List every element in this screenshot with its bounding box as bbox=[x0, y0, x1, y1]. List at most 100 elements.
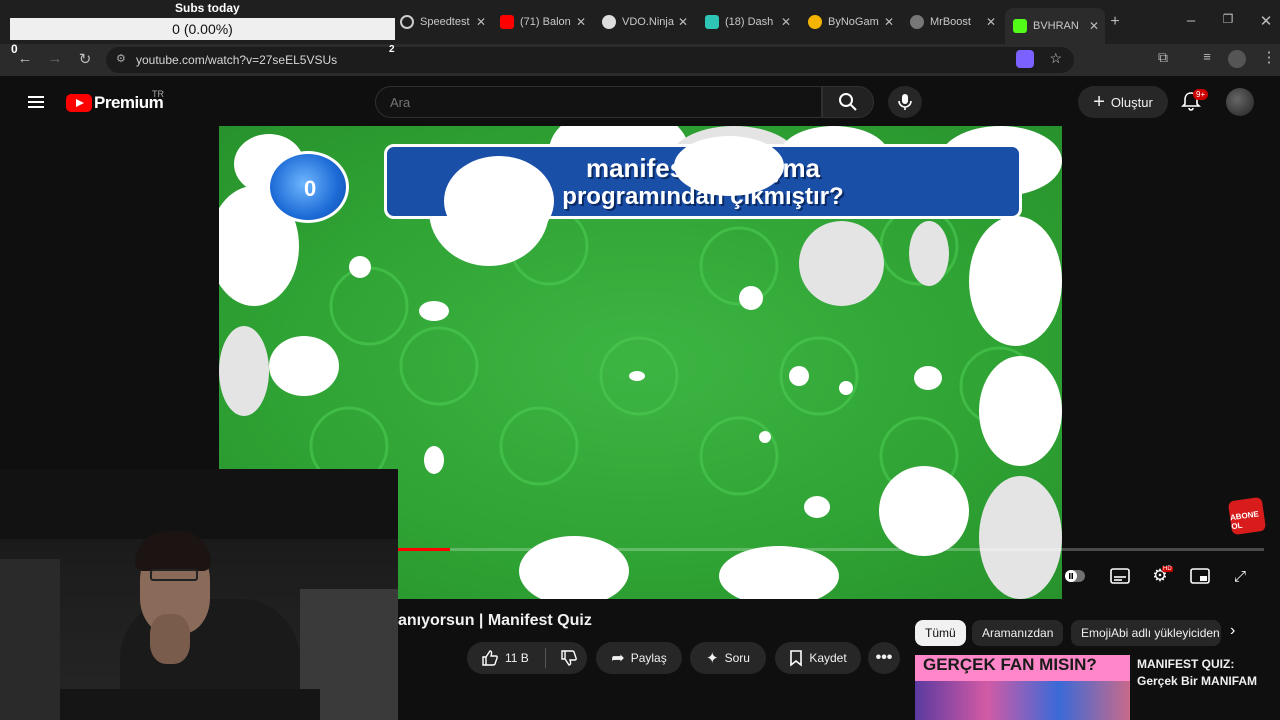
chip-from-uploader[interactable]: EmojiAbi adlı yükleyiciden bbox=[1071, 620, 1221, 646]
close-tab-icon[interactable]: ✕ bbox=[986, 15, 996, 29]
close-tab-icon[interactable]: ✕ bbox=[1089, 19, 1099, 33]
miniplayer-icon bbox=[1190, 568, 1210, 584]
paint-dot bbox=[739, 286, 763, 310]
nogam-icon bbox=[808, 15, 822, 29]
close-tab-icon[interactable]: ✕ bbox=[884, 15, 894, 29]
more-actions-button[interactable]: ••• bbox=[868, 642, 900, 674]
kick-icon bbox=[1013, 19, 1027, 33]
youtube-premium-logo[interactable]: Premium bbox=[66, 93, 164, 113]
cast-icon[interactable] bbox=[1016, 50, 1034, 68]
video-progress-bar[interactable] bbox=[398, 548, 1264, 551]
paint-dot bbox=[349, 256, 371, 278]
thumbnail-faces bbox=[915, 681, 1130, 720]
close-window-button[interactable]: ✕ bbox=[1255, 12, 1277, 30]
tab-bvhran[interactable]: BVHRAN ✕ bbox=[1005, 8, 1105, 44]
profile-avatar[interactable] bbox=[1228, 50, 1246, 68]
paint-splash bbox=[519, 536, 629, 599]
chip-all[interactable]: Tümü bbox=[915, 620, 966, 646]
paint-splash bbox=[444, 156, 554, 246]
tab-speedtest[interactable]: Speedtest ✕ bbox=[392, 8, 492, 36]
paint-dot bbox=[789, 366, 809, 386]
tab-vdo-ninja[interactable]: VDO.Ninja ✕ bbox=[594, 8, 694, 36]
tab-dashboard[interactable]: (18) Dash ✕ bbox=[697, 8, 797, 36]
create-button[interactable]: + Oluştur bbox=[1078, 86, 1168, 118]
miniplayer-button[interactable] bbox=[1189, 566, 1211, 586]
like-count: 11 B bbox=[505, 651, 529, 665]
paint-splash bbox=[979, 476, 1062, 599]
paint-dot bbox=[804, 496, 830, 518]
youtube-icon bbox=[500, 15, 514, 29]
subtitles-button[interactable] bbox=[1109, 566, 1131, 586]
paint-dot bbox=[839, 381, 853, 395]
more-icon: ••• bbox=[875, 649, 893, 666]
subs-counter-right: 2 bbox=[389, 44, 395, 55]
close-tab-icon[interactable]: ✕ bbox=[678, 15, 688, 29]
tab-bynogam[interactable]: ByNoGam ✕ bbox=[800, 8, 900, 36]
cam-desk bbox=[60, 689, 320, 720]
recommended-video-title[interactable]: MANIFEST QUIZ: Gerçek Bir MANIFAM bbox=[1137, 656, 1267, 690]
ask-button[interactable]: ✦ Soru bbox=[690, 642, 766, 674]
reload-button[interactable]: ↻ bbox=[74, 50, 96, 68]
extensions-icon[interactable]: ⧉ bbox=[1152, 49, 1174, 66]
restore-button[interactable]: ❐ bbox=[1217, 12, 1239, 26]
dashboard-icon bbox=[705, 15, 719, 29]
site-settings-icon[interactable]: ⚙ bbox=[116, 52, 126, 65]
close-tab-icon[interactable]: ✕ bbox=[781, 15, 791, 29]
recommended-video-thumbnail[interactable]: GERÇEK FAN MISIN? bbox=[915, 655, 1130, 720]
close-tab-icon[interactable]: ✕ bbox=[476, 15, 486, 29]
globe-icon bbox=[910, 15, 924, 29]
paint-dot bbox=[759, 431, 771, 443]
microphone-icon bbox=[898, 94, 912, 110]
save-button[interactable]: Kaydet bbox=[775, 642, 861, 674]
cam-person-hand bbox=[150, 614, 190, 664]
new-tab-button[interactable]: + bbox=[1104, 13, 1126, 31]
ask-label: Soru bbox=[724, 651, 750, 665]
paint-splash bbox=[674, 136, 784, 196]
search-button[interactable] bbox=[822, 86, 874, 118]
cam-chair bbox=[0, 559, 60, 720]
chip-from-search[interactable]: Aramanızdan bbox=[972, 620, 1064, 646]
thumbs-up-icon bbox=[482, 650, 498, 666]
settings-button[interactable]: ⚙ HD bbox=[1149, 566, 1173, 586]
paint-splash bbox=[269, 336, 339, 396]
autoplay-toggle[interactable] bbox=[1064, 566, 1086, 586]
vdo-icon bbox=[602, 15, 616, 29]
share-button[interactable]: ➦ Paylaş bbox=[596, 642, 682, 674]
video-progress-fill bbox=[398, 548, 450, 551]
thumbs-down-icon bbox=[560, 650, 577, 666]
pause-icon bbox=[1065, 570, 1085, 582]
tab-youtube-balon[interactable]: (71) Balon ✕ bbox=[492, 8, 592, 36]
create-label: Oluştur bbox=[1110, 94, 1153, 110]
bookmark-star-icon[interactable]: ☆ bbox=[1049, 50, 1062, 67]
hamburger-menu-icon[interactable] bbox=[26, 92, 46, 112]
save-label: Kaydet bbox=[809, 651, 847, 665]
share-label: Paylaş bbox=[630, 651, 667, 665]
hd-badge: HD bbox=[1162, 566, 1173, 572]
paint-dot bbox=[424, 446, 444, 474]
media-controls-icon[interactable]: ≡ bbox=[1196, 49, 1218, 64]
minimize-button[interactable]: – bbox=[1180, 12, 1202, 29]
address-bar[interactable]: ⚙ youtube.com/watch?v=27seEL5VSUs ☆ bbox=[106, 47, 1074, 73]
paint-dot bbox=[629, 371, 645, 381]
subscribe-sticker: ABONE OL bbox=[1227, 496, 1267, 536]
plus-icon: + bbox=[1093, 91, 1105, 113]
tab-mrboost[interactable]: MrBoost ✕ bbox=[902, 8, 1002, 36]
fullscreen-icon: ⤢ bbox=[1233, 567, 1246, 585]
dislike-button[interactable] bbox=[550, 642, 587, 674]
browser-menu-icon[interactable]: ⋮ bbox=[1258, 48, 1280, 66]
paint-splash bbox=[879, 466, 969, 556]
speedtest-icon bbox=[400, 15, 414, 29]
video-title: anıyorsun | Manifest Quiz bbox=[398, 612, 592, 629]
quiz-timer-badge: 0 bbox=[267, 151, 349, 223]
paint-splash bbox=[219, 326, 269, 416]
fullscreen-button[interactable]: ⤢ bbox=[1229, 566, 1251, 586]
cam-person-glasses bbox=[150, 569, 198, 581]
region-code: TR bbox=[152, 89, 164, 99]
paint-splash bbox=[909, 221, 949, 286]
forward-button[interactable]: → bbox=[44, 50, 66, 67]
account-avatar[interactable] bbox=[1226, 88, 1254, 116]
search-input[interactable] bbox=[375, 86, 822, 118]
chevron-right-icon[interactable]: › bbox=[1230, 622, 1235, 640]
close-tab-icon[interactable]: ✕ bbox=[576, 15, 586, 29]
voice-search-button[interactable] bbox=[888, 86, 922, 118]
